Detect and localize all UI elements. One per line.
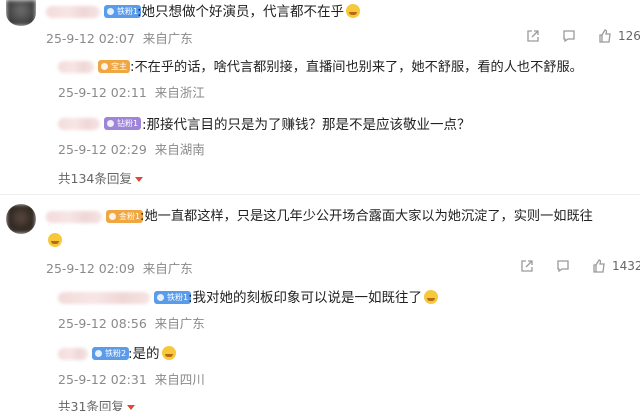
comment-text: :她一直都这样，只是这几年少公开场合露面大家以为她沉淀了，实则一如既往 bbox=[140, 209, 593, 224]
laugh-cry-emoji bbox=[48, 233, 62, 247]
laugh-cry-emoji bbox=[346, 4, 361, 18]
username-redacted[interactable] bbox=[58, 292, 150, 304]
more-replies-link[interactable]: 共31条回复 bbox=[58, 396, 135, 411]
reply-location: 来自浙江 bbox=[154, 85, 205, 100]
username-redacted[interactable] bbox=[46, 211, 102, 223]
comment-meta: 25-9-12 02:09 来自广东 bbox=[46, 258, 193, 277]
reply-location: 来自四川 bbox=[154, 372, 205, 387]
comment-time: 25-9-12 02:07 bbox=[46, 31, 135, 46]
reply-text: :我对她的刻板印象可以说是一如既往了 bbox=[188, 289, 439, 307]
username-redacted[interactable] bbox=[58, 61, 94, 73]
diamond-icon bbox=[107, 8, 114, 15]
reply-meta: 25-9-12 02:11 来自浙江 bbox=[58, 82, 205, 101]
username-redacted[interactable] bbox=[58, 118, 100, 130]
share-icon[interactable] bbox=[526, 29, 540, 43]
fan-badge: 金粉1 bbox=[106, 210, 144, 223]
reply-time: 25-9-12 02:31 bbox=[58, 372, 147, 387]
diamond-icon bbox=[157, 294, 164, 301]
comment-location: 来自广东 bbox=[142, 31, 193, 46]
share-icon[interactable] bbox=[520, 259, 534, 273]
fan-badge-label: 铁粉2 bbox=[105, 349, 127, 358]
like-icon[interactable] bbox=[592, 259, 606, 273]
caret-down-icon bbox=[126, 405, 135, 410]
reply-time: 25-9-12 02:29 bbox=[58, 142, 147, 157]
reply-time: 25-9-12 02:11 bbox=[58, 85, 147, 100]
reply-text: :是的 bbox=[128, 345, 176, 363]
fan-badge: 钻粉1 bbox=[104, 117, 142, 130]
like-icon[interactable] bbox=[598, 29, 612, 43]
caret-down-icon bbox=[134, 177, 143, 182]
diamond-icon bbox=[101, 63, 108, 70]
more-replies-link[interactable]: 共134条回复 bbox=[58, 168, 143, 187]
reply-meta: 25-9-12 02:29 来自湖南 bbox=[58, 139, 205, 158]
diamond-icon bbox=[95, 350, 102, 357]
comment-time: 25-9-12 02:09 bbox=[46, 261, 135, 276]
fan-badge: 宝主 bbox=[98, 60, 130, 73]
comment-actions: 126 bbox=[526, 29, 640, 45]
like-count: 1432 bbox=[612, 259, 640, 273]
fan-badge-label: 金粉1 bbox=[119, 212, 141, 221]
fan-badge-label: 铁粉1 bbox=[117, 7, 139, 16]
avatar[interactable] bbox=[6, 0, 36, 26]
fan-badge-label: 宝主 bbox=[111, 62, 127, 71]
reply-text: :不在乎的话，啥代言都别接，直播间也别来了，她不舒服，看的人也不舒服。 bbox=[130, 60, 583, 75]
fan-badge-label: 钻粉1 bbox=[117, 119, 139, 128]
wink-emoji bbox=[424, 290, 439, 304]
diamond-icon bbox=[109, 213, 116, 220]
like-count: 126 bbox=[618, 29, 640, 43]
fan-badge: 铁粉1 bbox=[154, 291, 192, 304]
username-redacted[interactable] bbox=[46, 6, 100, 18]
reply-location: 来自湖南 bbox=[154, 142, 205, 157]
reply-location: 来自广东 bbox=[154, 316, 205, 331]
comment-icon[interactable] bbox=[562, 29, 576, 43]
comment-location: 来自广东 bbox=[142, 261, 193, 276]
comment-meta: 25-9-12 02:07 来自广东 bbox=[46, 28, 193, 47]
laugh-cry-emoji bbox=[161, 346, 176, 360]
fan-badge: 铁粉1 bbox=[104, 5, 142, 18]
reply-meta: 25-9-12 08:56 来自广东 bbox=[58, 313, 205, 332]
diamond-icon bbox=[107, 120, 114, 127]
fan-badge: 铁粉2 bbox=[92, 347, 130, 360]
reply-meta: 25-9-12 02:31 来自四川 bbox=[58, 369, 205, 388]
comment-actions: 1432 bbox=[520, 259, 640, 275]
username-redacted[interactable] bbox=[58, 348, 88, 360]
avatar[interactable] bbox=[6, 204, 36, 234]
fan-badge-label: 铁粉1 bbox=[167, 293, 189, 302]
reply-text: :那接代言目的只是为了赚钱？那是不是应该敬业一点？ bbox=[142, 117, 471, 133]
comment-icon[interactable] bbox=[556, 259, 570, 273]
reply-time: 25-9-12 08:56 bbox=[58, 316, 147, 331]
divider bbox=[0, 194, 640, 195]
comment-text: :她只想做个好演员，代言都不在乎 bbox=[137, 3, 361, 21]
